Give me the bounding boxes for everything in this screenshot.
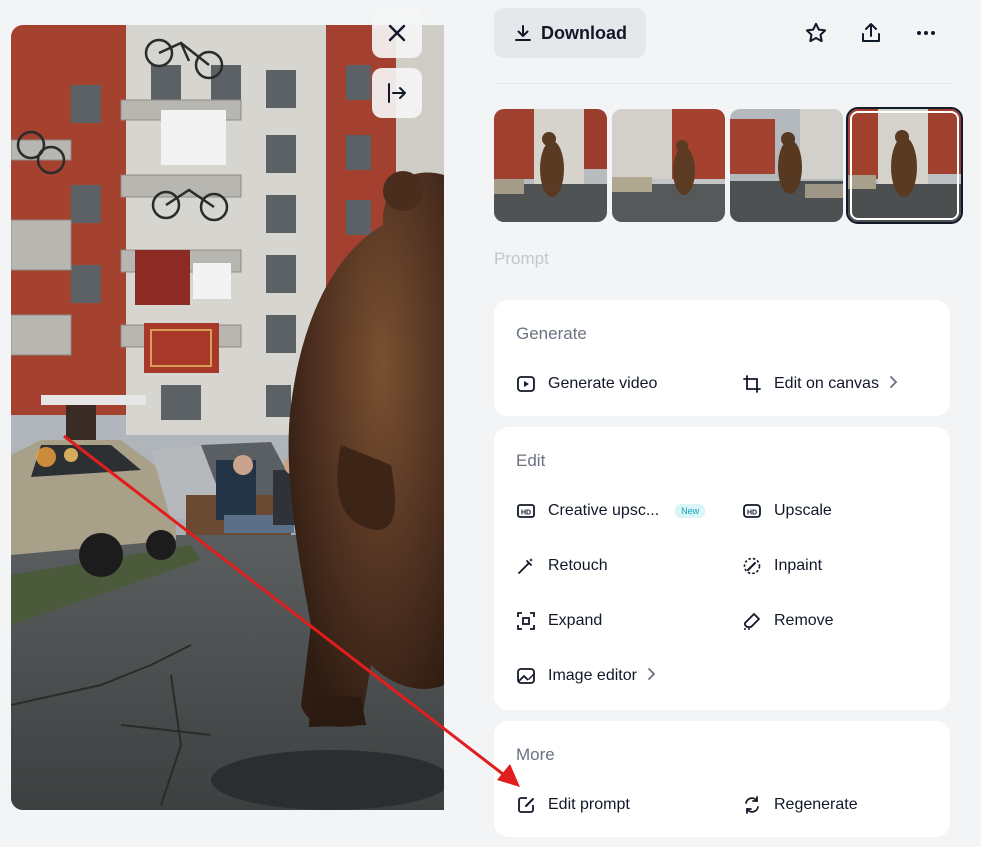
chevron-right-icon: [889, 375, 899, 394]
edit-prompt-button[interactable]: Edit prompt: [516, 795, 630, 815]
magic-wand-icon: [516, 556, 536, 576]
remove-button[interactable]: Remove: [742, 611, 834, 631]
expand-button[interactable]: Expand: [516, 611, 602, 631]
edit-prompt-label: Edit prompt: [548, 796, 630, 813]
expand-label: Expand: [548, 612, 603, 629]
more-card: More Edit prompt Regenerate: [494, 721, 950, 837]
creative-upscale-label: Creative upsc...: [548, 502, 660, 519]
expand-corners-icon: [516, 611, 536, 631]
divider: [494, 83, 950, 84]
edit-on-canvas-label: Edit on canvas: [774, 375, 879, 392]
regenerate-label: Regenerate: [774, 796, 858, 813]
download-label: Download: [541, 22, 627, 43]
hd-plus-icon: HD: [516, 501, 536, 521]
inpaint-label: Inpaint: [774, 557, 823, 574]
remove-label: Remove: [774, 612, 834, 629]
prompt-section-label: Prompt: [494, 249, 549, 268]
toggle-panel-button[interactable]: [372, 68, 422, 118]
edit-card: Edit HD Creative upsc... New HD Upscale …: [494, 427, 950, 710]
new-badge: New: [675, 504, 706, 518]
share-icon: [862, 23, 880, 42]
image-viewer: Download Prompt Generate Generate video: [0, 0, 981, 847]
inpaint-button[interactable]: Inpaint: [742, 556, 822, 576]
more-title: More: [516, 745, 555, 764]
thumbnail-2[interactable]: [612, 109, 725, 222]
arrow-bar-right-icon: [388, 83, 406, 103]
regenerate-button[interactable]: Regenerate: [742, 795, 858, 815]
edit-title: Edit: [516, 451, 546, 470]
thumbnail-4-selected[interactable]: [846, 107, 963, 224]
image-editor-label: Image editor: [548, 667, 637, 684]
svg-text:HD: HD: [747, 510, 757, 517]
upscale-label: Upscale: [774, 502, 832, 519]
star-icon: [805, 22, 827, 43]
creative-upscale-button[interactable]: HD Creative upsc... New: [516, 501, 706, 521]
share-button[interactable]: [856, 18, 886, 48]
inpaint-brush-icon: [742, 556, 762, 576]
close-button[interactable]: [372, 8, 422, 58]
generate-title: Generate: [516, 324, 587, 343]
edit-square-icon: [516, 795, 536, 815]
hd-icon: HD: [742, 501, 762, 521]
play-square-icon: [516, 374, 536, 394]
thumbnail-3[interactable]: [730, 109, 843, 222]
image-edit-icon: [516, 666, 536, 686]
more-options-button[interactable]: [911, 18, 941, 48]
image-editor-button[interactable]: Image editor: [516, 666, 657, 686]
generate-video-button[interactable]: Generate video: [516, 374, 657, 394]
retouch-label: Retouch: [548, 557, 608, 574]
close-icon: [388, 24, 406, 42]
eraser-icon: [742, 611, 762, 631]
favorite-button[interactable]: [801, 18, 831, 48]
variation-thumbnails: [494, 107, 963, 224]
thumbnail-1[interactable]: [494, 109, 607, 222]
more-horizontal-icon: [917, 31, 935, 35]
download-button[interactable]: Download: [494, 8, 646, 58]
chevron-right-icon: [647, 667, 657, 686]
svg-text:HD: HD: [521, 510, 531, 517]
generated-image: [11, 25, 444, 810]
upscale-button[interactable]: HD Upscale: [742, 501, 832, 521]
refresh-icon: [742, 795, 762, 815]
crop-icon: [742, 374, 762, 394]
download-icon: [515, 25, 531, 41]
edit-on-canvas-button[interactable]: Edit on canvas: [742, 374, 899, 394]
retouch-button[interactable]: Retouch: [516, 556, 608, 576]
generate-card: Generate Generate video Edit on canvas: [494, 300, 950, 416]
generate-video-label: Generate video: [548, 375, 658, 392]
